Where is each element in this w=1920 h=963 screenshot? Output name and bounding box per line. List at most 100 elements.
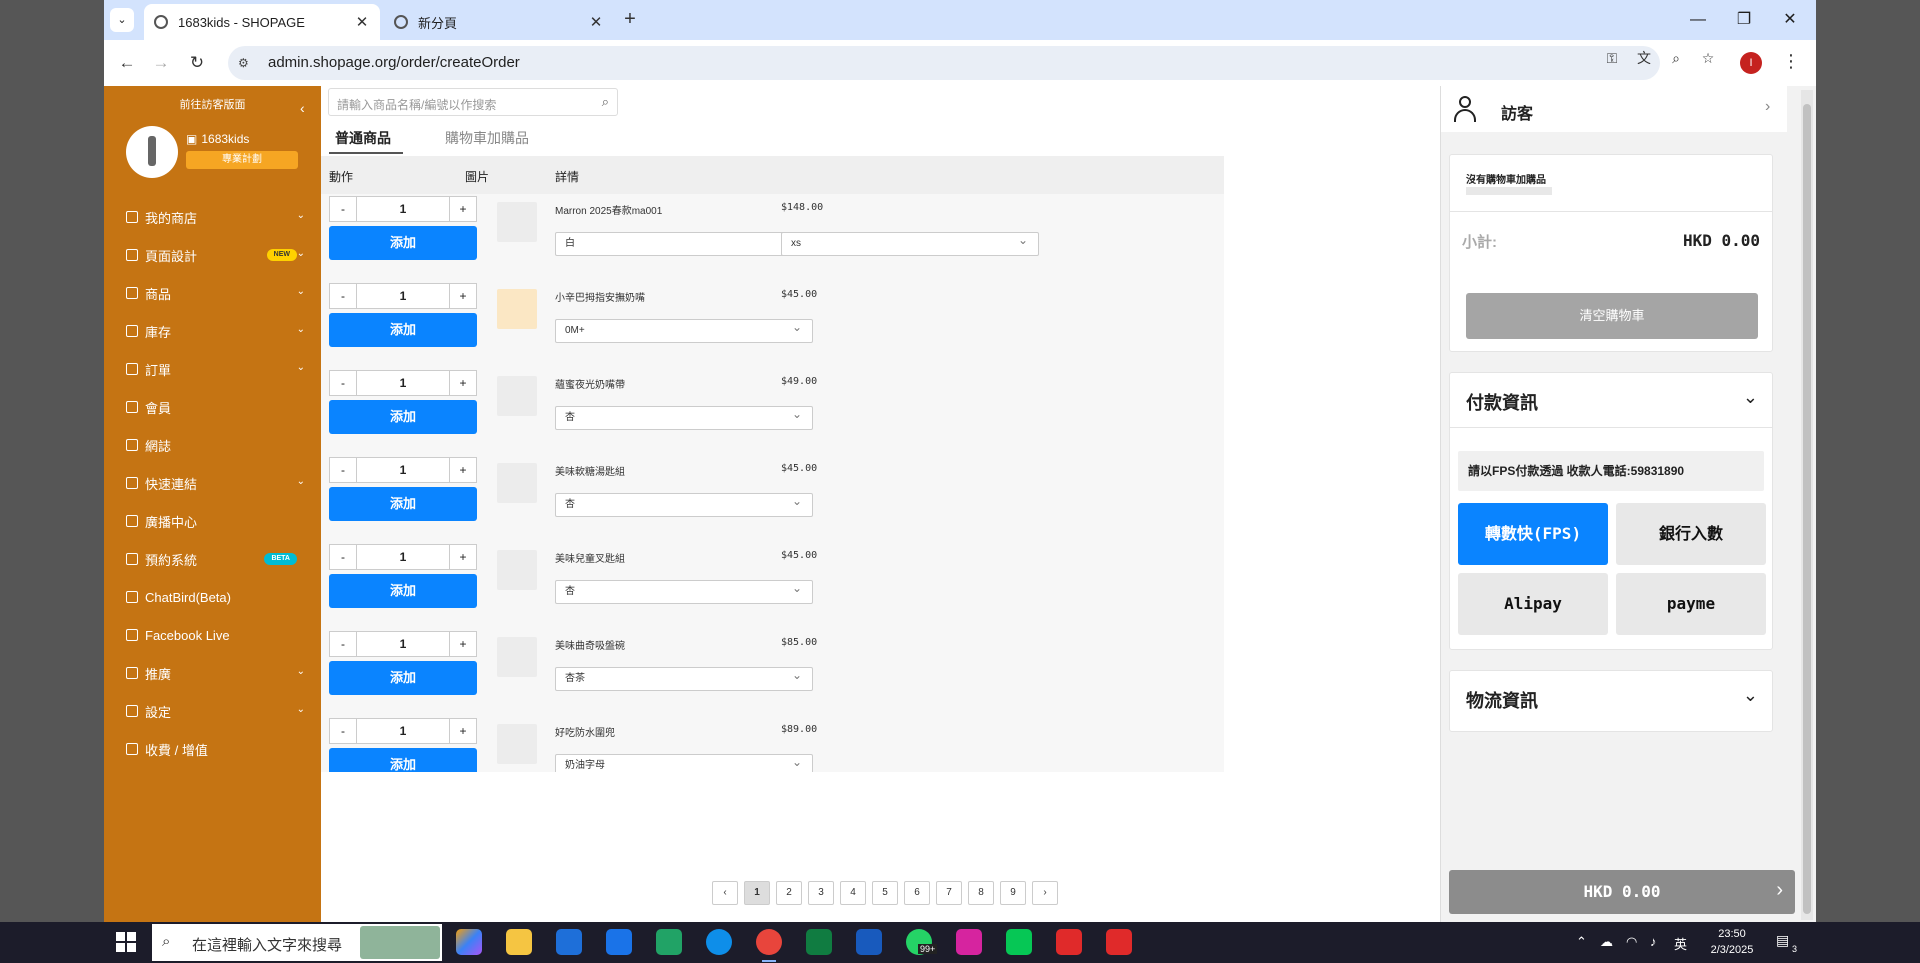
- payment-fps-button[interactable]: 轉數快(FPS): [1458, 503, 1608, 565]
- quantity-value[interactable]: 1: [356, 545, 450, 569]
- quantity-stepper[interactable]: -1 +: [329, 544, 477, 570]
- instagram-icon[interactable]: [956, 929, 982, 955]
- sidebar-item-members[interactable]: 會員: [104, 388, 321, 426]
- variant-select[interactable]: 杏: [555, 577, 813, 604]
- copilot-icon[interactable]: [456, 929, 482, 955]
- page-button[interactable]: 7: [936, 881, 962, 905]
- add-button[interactable]: 添加: [329, 400, 477, 434]
- quantity-value[interactable]: 1: [356, 632, 450, 656]
- page-button[interactable]: 5: [872, 881, 898, 905]
- tab-search-button[interactable]: ⌄: [110, 8, 134, 32]
- translate-icon[interactable]: 文: [1634, 48, 1654, 68]
- chrome-icon[interactable]: [756, 929, 782, 955]
- restore-button[interactable]: ❐: [1728, 6, 1760, 34]
- increment-button[interactable]: +: [450, 719, 476, 743]
- page-button[interactable]: 9: [1000, 881, 1026, 905]
- product-search-input[interactable]: 請輸入商品名稱/編號以作搜索 ⌕: [328, 88, 618, 116]
- add-button[interactable]: 添加: [329, 661, 477, 695]
- file-explorer-icon[interactable]: [506, 929, 532, 955]
- decrement-button[interactable]: -: [330, 284, 356, 308]
- onedrive-icon[interactable]: ☁: [1600, 934, 1613, 950]
- prev-page-button[interactable]: ‹: [712, 881, 738, 905]
- addon-scrollbar[interactable]: [1466, 187, 1552, 195]
- quantity-value[interactable]: 1: [356, 371, 450, 395]
- quantity-stepper[interactable]: -1 +: [329, 283, 477, 309]
- sidebar-item-facebook-live[interactable]: Facebook Live: [104, 616, 321, 654]
- chevron-down-icon[interactable]: ⌄: [1743, 685, 1758, 706]
- close-icon[interactable]: ✕: [354, 13, 370, 31]
- quantity-stepper[interactable]: -1 +: [329, 196, 477, 222]
- customer-selector[interactable]: 訪客 ›: [1441, 86, 1787, 132]
- logistics-title[interactable]: 物流資訊: [1466, 687, 1538, 713]
- page-button[interactable]: 4: [840, 881, 866, 905]
- search-icon[interactable]: ⌕: [602, 94, 609, 110]
- quantity-stepper[interactable]: -1 +: [329, 457, 477, 483]
- collapse-sidebar-icon[interactable]: ‹: [300, 100, 305, 116]
- quantity-stepper[interactable]: -1 +: [329, 718, 477, 744]
- decrement-button[interactable]: -: [330, 371, 356, 395]
- excel-icon[interactable]: [806, 929, 832, 955]
- decrement-button[interactable]: -: [330, 632, 356, 656]
- tab-regular-products[interactable]: 普通商品: [329, 128, 403, 154]
- sidebar-item-billing[interactable]: 收費 / 增值: [104, 730, 321, 768]
- browser-menu-icon[interactable]: ⋮: [1782, 51, 1800, 72]
- decrement-button[interactable]: -: [330, 719, 356, 743]
- variant-select[interactable]: 杏: [555, 490, 813, 517]
- anydesk-window-icon[interactable]: [1106, 929, 1132, 955]
- variant-select[interactable]: 白: [555, 229, 813, 256]
- site-info-icon[interactable]: ⚙: [238, 56, 249, 70]
- increment-button[interactable]: +: [450, 197, 476, 221]
- edge-icon[interactable]: [706, 929, 732, 955]
- plan-button[interactable]: 專業計劃: [186, 151, 298, 169]
- chevron-down-icon[interactable]: ⌄: [1743, 387, 1758, 408]
- sidebar-item-chatbird[interactable]: ChatBird(Beta): [104, 578, 321, 616]
- tab-shopage[interactable]: 1683kids - SHOPAGE ✕: [144, 4, 380, 40]
- add-button[interactable]: 添加: [329, 574, 477, 608]
- increment-button[interactable]: +: [450, 371, 476, 395]
- minimize-button[interactable]: —: [1682, 6, 1714, 34]
- sidebar-item-orders[interactable]: 訂單 ⌄: [104, 350, 321, 388]
- close-icon[interactable]: ✕: [588, 13, 604, 31]
- sidebar-item-promote[interactable]: 推廣 ⌄: [104, 654, 321, 692]
- increment-button[interactable]: +: [450, 632, 476, 656]
- line-icon[interactable]: [1006, 929, 1032, 955]
- sidebar-item-quick-links[interactable]: 快速連結 ⌄: [104, 464, 321, 502]
- payment-bank-button[interactable]: 銀行入數: [1616, 503, 1766, 565]
- decrement-button[interactable]: -: [330, 197, 356, 221]
- next-page-button[interactable]: ›: [1032, 881, 1058, 905]
- sidebar-item-blog[interactable]: 網誌: [104, 426, 321, 464]
- variant-select[interactable]: 奶油字母: [555, 751, 813, 772]
- reload-icon[interactable]: ↻: [184, 50, 210, 76]
- sidebar-item-stock[interactable]: 庫存 ⌄: [104, 312, 321, 350]
- windows-start-icon[interactable]: [116, 932, 136, 952]
- quantity-stepper[interactable]: -1 +: [329, 370, 477, 396]
- page-button[interactable]: 6: [904, 881, 930, 905]
- sidebar-item-products[interactable]: 商品 ⌄: [104, 274, 321, 312]
- payment-payme-button[interactable]: payme: [1616, 573, 1766, 635]
- increment-button[interactable]: +: [450, 284, 476, 308]
- decrement-button[interactable]: -: [330, 458, 356, 482]
- window-close-button[interactable]: ✕: [1774, 6, 1806, 34]
- increment-button[interactable]: +: [450, 545, 476, 569]
- sheets-icon[interactable]: [656, 929, 682, 955]
- tab-addon-products[interactable]: 購物車加購品: [445, 128, 529, 148]
- page-button[interactable]: 1: [744, 881, 770, 905]
- add-button[interactable]: 添加: [329, 748, 477, 772]
- taskbar-search-input[interactable]: ⌕ 在這裡輸入文字來搜尋: [152, 924, 442, 961]
- network-icon[interactable]: ◠: [1626, 934, 1637, 950]
- sidebar-item-broadcast[interactable]: 廣播中心: [104, 502, 321, 540]
- quantity-value[interactable]: 1: [356, 284, 450, 308]
- add-button[interactable]: 添加: [329, 313, 477, 347]
- sidebar-item-settings[interactable]: 設定 ⌄: [104, 692, 321, 730]
- sidebar-item-booking[interactable]: 預約系統 BETA: [104, 540, 321, 578]
- zoom-icon[interactable]: ⌕: [1666, 48, 1686, 68]
- quantity-value[interactable]: 1: [356, 197, 450, 221]
- volume-icon[interactable]: ♪: [1650, 934, 1657, 949]
- taskbar-clock[interactable]: 23:50 2/3/2025: [1702, 926, 1762, 958]
- tray-expand-icon[interactable]: ⌃: [1576, 934, 1587, 950]
- size-select[interactable]: xs: [781, 229, 1039, 256]
- quantity-value[interactable]: 1: [356, 458, 450, 482]
- sidebar-item-my-store[interactable]: 我的商店 ⌄: [104, 198, 321, 236]
- page-button[interactable]: 2: [776, 881, 802, 905]
- payment-alipay-button[interactable]: Alipay: [1458, 573, 1608, 635]
